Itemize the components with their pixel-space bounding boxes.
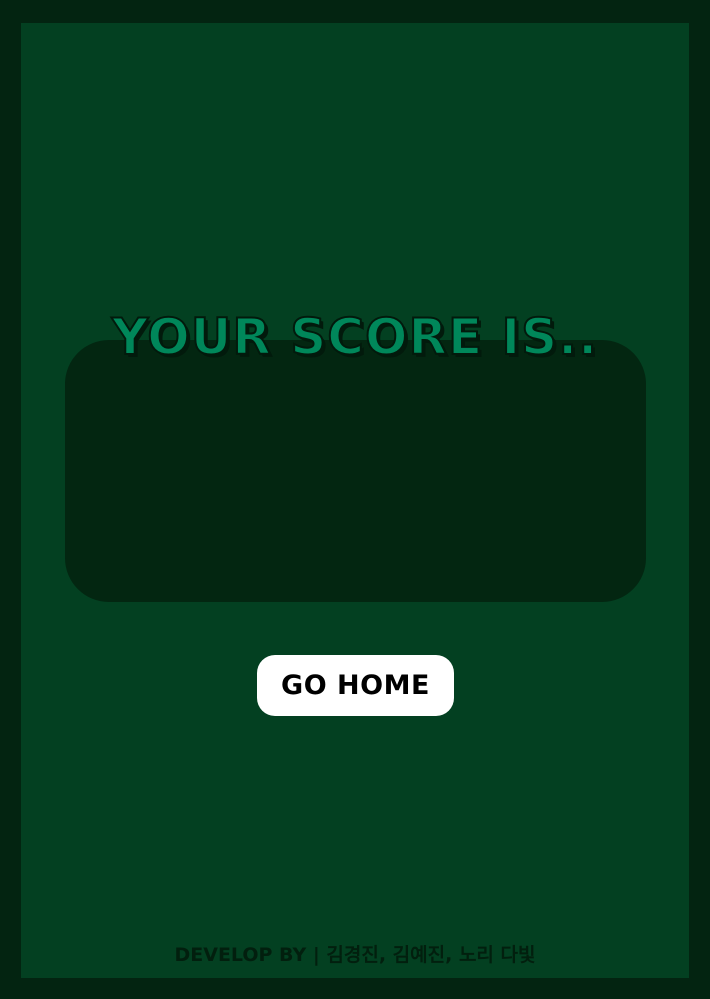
developer-credits: DEVELOP BY | 김경진, 김예진, 노리 다빛 (174, 944, 536, 966)
score-title: YOUR SCORE IS.. (111, 307, 599, 367)
score-panel (65, 340, 646, 602)
go-home-button[interactable]: GO HOME (257, 655, 454, 716)
